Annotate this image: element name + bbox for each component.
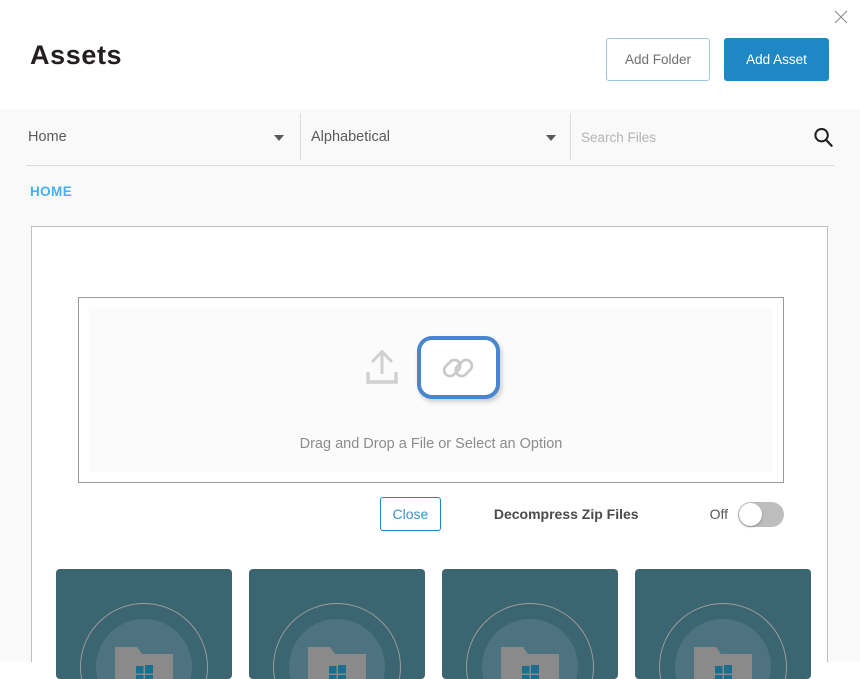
assets-content-card: Drag and Drop a File or Select an Option… (31, 226, 828, 679)
asset-grid (56, 569, 816, 679)
toggle-knob (739, 502, 762, 526)
dropzone-options (89, 336, 773, 399)
windows-folder-icon (694, 643, 752, 679)
upload-dropzone[interactable]: Drag and Drop a File or Select an Option (78, 297, 784, 483)
header-actions: Add Folder Add Asset (605, 38, 829, 81)
sort-select[interactable]: Alphabetical (300, 114, 570, 160)
dropzone-inner: Drag and Drop a File or Select an Option (89, 308, 773, 472)
breadcrumb-item-home[interactable]: HOME (30, 184, 72, 199)
search-field (570, 114, 834, 160)
decompress-toggle-group: Off (709, 501, 784, 527)
dropzone-controls: Close Decompress Zip Files Off (78, 495, 784, 533)
windows-folder-icon (501, 643, 559, 679)
dropzone-message: Drag and Drop a File or Select an Option (299, 436, 563, 452)
asset-thumbnail[interactable] (56, 569, 232, 679)
upload-icon[interactable] (363, 348, 401, 388)
add-folder-button[interactable]: Add Folder (605, 38, 710, 81)
add-link-button[interactable] (416, 336, 500, 399)
assets-toolbar: Home Alphabetical (0, 109, 860, 166)
app-header: Assets Add Folder Add Asset (0, 0, 860, 110)
toolbar-inner: Home Alphabetical (26, 109, 834, 166)
chevron-down-icon (546, 135, 556, 141)
add-asset-button[interactable]: Add Asset (724, 38, 829, 81)
search-input[interactable] (581, 129, 791, 145)
asset-thumbnail[interactable] (635, 569, 811, 679)
folder-select[interactable]: Home (26, 114, 300, 160)
windows-folder-icon (115, 643, 173, 679)
search-icon[interactable] (812, 126, 834, 148)
page-title: Assets (30, 40, 123, 70)
decompress-label: Decompress Zip Files (493, 506, 639, 522)
folder-select-value: Home (28, 129, 67, 145)
decompress-toggle-state: Off (709, 506, 728, 522)
windows-folder-icon (308, 643, 366, 679)
decompress-toggle[interactable] (738, 501, 784, 527)
close-icon[interactable] (830, 6, 852, 28)
asset-thumbnail[interactable] (249, 569, 425, 679)
link-icon (440, 350, 476, 386)
breadcrumb[interactable]: HOME (30, 184, 72, 199)
close-button[interactable]: Close (380, 497, 441, 531)
asset-thumbnail[interactable] (442, 569, 618, 679)
chevron-down-icon (274, 135, 284, 141)
sort-select-value: Alphabetical (311, 129, 390, 145)
